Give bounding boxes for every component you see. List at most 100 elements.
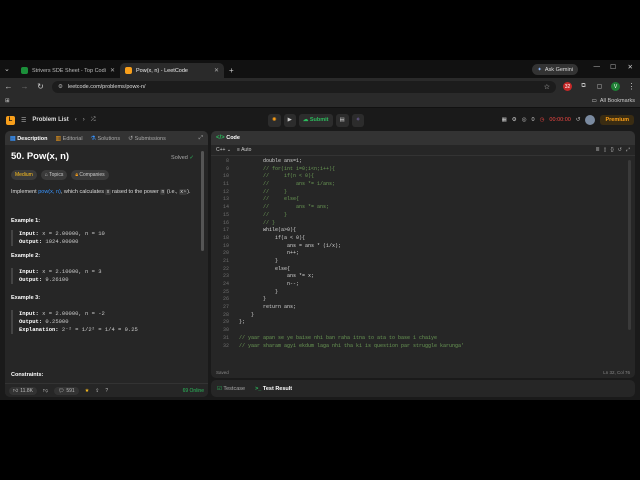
tab-submissions[interactable]: ↺ Submissions <box>128 135 166 142</box>
tab-search-icon[interactable]: ⌄ <box>4 65 16 73</box>
code-line[interactable]: 24 n--; <box>211 281 635 289</box>
next-problem-icon[interactable]: › <box>83 117 85 123</box>
code-line[interactable]: 21 } <box>211 258 635 266</box>
forward-icon[interactable]: → <box>20 82 29 91</box>
editor-scrollbar[interactable] <box>628 160 631 330</box>
code-line[interactable]: 26 } <box>211 296 635 304</box>
braces-icon[interactable]: {} <box>610 147 613 153</box>
reload-icon[interactable]: ↻ <box>36 82 45 91</box>
ai-assist-icon[interactable]: ✧ <box>351 113 365 127</box>
submit-button[interactable]: ☁ Submit <box>298 113 333 127</box>
folder-icon: ▭ <box>591 98 597 104</box>
profile-avatar[interactable]: V <box>611 82 620 91</box>
bookmark-star-icon[interactable]: ☆ <box>544 83 550 91</box>
code-line[interactable]: 9 // for(int i=0;i<n;i++){ <box>211 166 635 174</box>
expand-panel-icon[interactable]: ⤢ <box>199 135 203 142</box>
companies-tag[interactable]: 🔒︎ Companies <box>71 170 109 180</box>
ask-gemini-button[interactable]: ✦ Ask Gemini <box>532 64 578 75</box>
timer-value[interactable]: 00:00:00 <box>549 117 570 123</box>
tab-code[interactable]: </> Code <box>216 135 240 141</box>
code-line[interactable]: 15 // } <box>211 212 635 220</box>
code-line[interactable]: 10 // if(n < 0){ <box>211 173 635 181</box>
minimize-icon[interactable]: — <box>594 63 601 70</box>
pow-link[interactable]: pow(x, n) <box>38 189 61 195</box>
language-select[interactable]: C++ ⌄ <box>216 147 231 153</box>
tab-groups-icon[interactable]: ▢ <box>595 83 604 90</box>
user-avatar[interactable] <box>585 115 596 125</box>
cursor-position: Ln 32, Col 76 <box>603 369 630 375</box>
code-line[interactable]: 25 } <box>211 289 635 297</box>
code-line[interactable]: 30 <box>211 327 635 335</box>
code-line[interactable]: 14 // ans *= ans; <box>211 204 635 212</box>
debug-icon[interactable]: ✺ <box>268 113 281 127</box>
code-line[interactable]: 12 // } <box>211 189 635 197</box>
address-bar[interactable]: ⚙ leetcode.com/problems/powx-n/ ☆ <box>52 80 556 93</box>
notes-icon[interactable]: ▤ <box>335 113 349 127</box>
coins-icon[interactable]: ◎ <box>522 117 527 123</box>
code-line[interactable]: 29}; <box>211 319 635 327</box>
code-line[interactable]: 27 return ans; <box>211 304 635 312</box>
code-text: } <box>239 257 279 264</box>
tab-striver-sheet[interactable]: Strivers SDE Sheet - Top Codin… ✕ <box>16 63 120 78</box>
site-info-icon[interactable]: ⚙ <box>58 84 63 90</box>
reset-code-icon[interactable]: ↺ <box>618 147 622 153</box>
browser-menu-icon[interactable]: ⋮ <box>627 82 636 91</box>
code-line[interactable]: 8 double ans=1; <box>211 158 635 166</box>
back-icon[interactable]: ← <box>4 82 13 91</box>
bookmark-icon[interactable]: ▯ <box>604 147 607 153</box>
extension-icon[interactable]: 32 <box>563 82 572 91</box>
favorite-star-icon[interactable]: ★ <box>85 388 89 394</box>
code-line[interactable]: 18 if(a < 0){ <box>211 235 635 243</box>
help-icon[interactable]: ? <box>105 388 108 394</box>
close-window-icon[interactable]: ✕ <box>628 63 633 71</box>
close-tab-icon[interactable]: ✕ <box>214 67 219 74</box>
apps-grid-icon[interactable]: ⊞ <box>5 98 10 104</box>
close-tab-icon[interactable]: ✕ <box>110 67 115 74</box>
extensions-puzzle-icon[interactable]: ⧉ <box>579 83 588 90</box>
reset-timer-icon[interactable]: ↺ <box>576 117 581 123</box>
all-bookmarks-button[interactable]: ▭ All Bookmarks <box>592 98 635 104</box>
random-problem-icon[interactable]: ⤮ <box>91 117 96 124</box>
code-line[interactable]: 22 else{ <box>211 266 635 274</box>
fullscreen-icon[interactable]: ⤢ <box>626 147 630 153</box>
code-line[interactable]: 23 ans *= x; <box>211 273 635 281</box>
explanation-label: Explanation: <box>19 326 59 333</box>
format-icon[interactable]: ≣ <box>595 147 599 153</box>
code-line[interactable]: 28 } <box>211 312 635 320</box>
tab-editorial[interactable]: ▥ Editorial <box>55 135 82 142</box>
layout-icon[interactable]: ▦ <box>502 117 507 123</box>
tab-test-result[interactable]: >_ Test Result <box>255 386 292 392</box>
timer-icon[interactable]: ◷ <box>540 117 545 123</box>
code-line[interactable]: 17 while(a>0){ <box>211 227 635 235</box>
premium-button[interactable]: Premium <box>600 115 634 125</box>
editor-statusbar: Saved Ln 32, Col 76 <box>211 366 635 378</box>
tab-solutions[interactable]: ⚗ Solutions <box>91 135 121 142</box>
maximize-icon[interactable]: ☐ <box>610 63 616 71</box>
code-line[interactable]: 20 n++; <box>211 250 635 258</box>
problem-list-icon[interactable]: ☰ <box>21 117 26 124</box>
run-icon[interactable]: ▶ <box>283 113 296 127</box>
description-scrollbar[interactable] <box>201 151 204 251</box>
prev-problem-icon[interactable]: ‹ <box>75 117 77 123</box>
code-editor[interactable]: 8 double ans=1; 9 // for(int i=0;i<n;i++)… <box>211 156 635 366</box>
settings-icon[interactable]: ⚙ <box>512 117 517 123</box>
tab-leetcode[interactable]: Pow(x, n) - LeetCode ✕ <box>120 63 224 78</box>
code-text: // yaar apan se ye baise nhi ban raha it… <box>239 334 438 341</box>
like-button[interactable]: 👍︎ 11.8K <box>9 386 37 395</box>
problem-list-link[interactable]: Problem List <box>32 117 68 123</box>
new-tab-button[interactable]: + <box>224 63 239 78</box>
tab-description[interactable]: ▤ Description <box>10 135 47 142</box>
code-line[interactable]: 19 ans = ans * (1/x); <box>211 243 635 251</box>
code-line[interactable]: 13 // else{ <box>211 196 635 204</box>
comments-button[interactable]: 💬︎ 591 <box>54 386 79 395</box>
code-line[interactable]: 16 // } <box>211 220 635 228</box>
tab-testcase[interactable]: ☑ Testcase <box>217 386 245 392</box>
dislike-icon[interactable]: 👎︎ <box>43 388 48 394</box>
auto-toggle[interactable]: ≡ Auto <box>237 147 251 153</box>
topics-tag[interactable]: ⌂ Topics <box>40 170 68 180</box>
code-line[interactable]: 32 // yaar sharam agyi ekdum laga nhi tha… <box>211 343 635 351</box>
code-line[interactable]: 31 // yaar apan se ye baise nhi ban raha … <box>211 335 635 343</box>
code-line[interactable]: 11 // ans *= 1/ans; <box>211 181 635 189</box>
share-icon[interactable]: ⇪ <box>95 388 99 394</box>
leetcode-logo-icon[interactable]: L <box>6 115 15 125</box>
